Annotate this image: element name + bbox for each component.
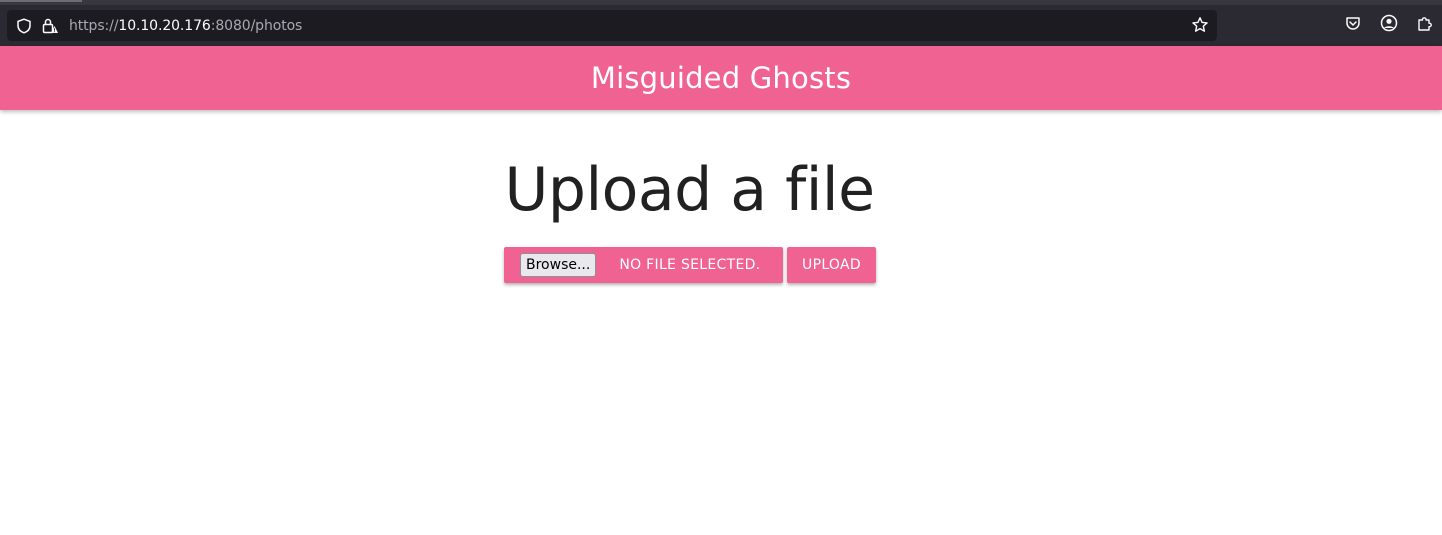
tab-strip xyxy=(0,0,1442,5)
url-host: 10.10.20.176 xyxy=(118,17,211,34)
file-status-label: NO FILE SELECTED. xyxy=(619,257,761,273)
file-input[interactable]: Browse... NO FILE SELECTED. xyxy=(504,247,783,283)
browser-toolbar: https://10.10.20.176:8080/photos xyxy=(0,0,1442,46)
page-title: Upload a file xyxy=(504,155,875,225)
toolbar-icons xyxy=(1344,14,1434,32)
browse-button[interactable]: Browse... xyxy=(520,253,597,277)
address-bar[interactable]: https://10.10.20.176:8080/photos xyxy=(7,10,1217,41)
site-title[interactable]: Misguided Ghosts xyxy=(591,61,851,95)
url-path: :8080/photos xyxy=(210,17,303,34)
account-icon[interactable] xyxy=(1380,14,1398,32)
site-header: Misguided Ghosts xyxy=(0,46,1442,110)
pocket-icon[interactable] xyxy=(1344,14,1362,32)
active-tab-indicator[interactable] xyxy=(0,0,82,2)
upload-form: Browse... NO FILE SELECTED. UPLOAD xyxy=(504,247,876,283)
upload-button[interactable]: UPLOAD xyxy=(787,247,876,283)
bookmark-star-icon[interactable] xyxy=(1191,16,1209,34)
extensions-icon[interactable] xyxy=(1416,14,1434,32)
url-scheme: https:// xyxy=(69,17,119,34)
url-text[interactable]: https://10.10.20.176:8080/photos xyxy=(69,18,302,34)
lock-warning-icon[interactable] xyxy=(41,17,59,35)
shield-icon[interactable] xyxy=(15,17,33,35)
